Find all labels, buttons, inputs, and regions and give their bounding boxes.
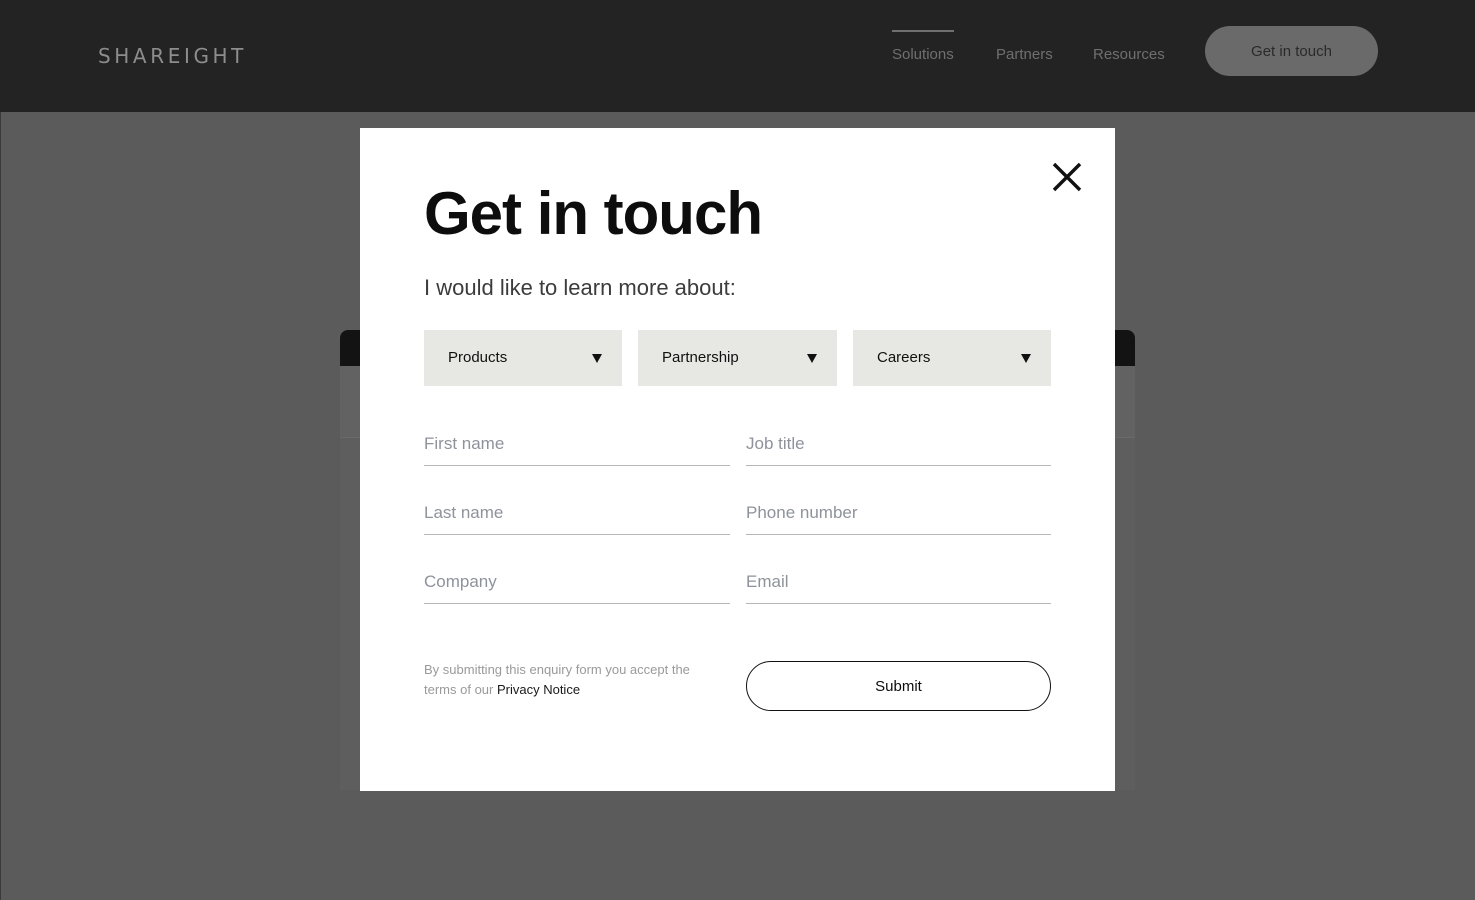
caret-down-icon [1021, 354, 1031, 363]
close-button[interactable] [1051, 161, 1083, 193]
get-in-touch-button[interactable]: Get in touch [1205, 26, 1378, 76]
close-icon [1052, 162, 1082, 192]
contact-modal: Get in touch I would like to learn more … [360, 128, 1115, 791]
caret-down-icon [807, 354, 817, 363]
privacy-notice-link[interactable]: Privacy Notice [497, 682, 580, 697]
careers-dropdown[interactable]: Careers [853, 330, 1051, 386]
modal-title: Get in touch [424, 180, 763, 247]
partnership-dropdown[interactable]: Partnership [638, 330, 837, 386]
nav-item-resources[interactable]: Resources [1093, 46, 1165, 63]
nav-item-partners[interactable]: Partners [996, 46, 1053, 63]
caret-down-icon [592, 354, 602, 363]
job-title-field[interactable] [746, 422, 1051, 466]
submit-button[interactable]: Submit [746, 661, 1051, 711]
site-header: SHAREIGHT Solutions Partners Resources G… [0, 0, 1475, 112]
dropdown-label: Careers [877, 349, 931, 366]
privacy-disclaimer: By submitting this enquiry form you acce… [424, 660, 724, 700]
last-name-field[interactable] [424, 491, 730, 535]
company-field[interactable] [424, 560, 730, 604]
nav-item-solutions[interactable]: Solutions [892, 30, 954, 63]
dropdown-label: Products [448, 349, 508, 366]
first-name-field[interactable] [424, 422, 730, 466]
products-dropdown[interactable]: Products [424, 330, 622, 386]
dropdown-label: Partnership [662, 349, 739, 366]
email-field[interactable] [746, 560, 1051, 604]
phone-number-field[interactable] [746, 491, 1051, 535]
modal-subtitle: I would like to learn more about: [424, 275, 736, 300]
